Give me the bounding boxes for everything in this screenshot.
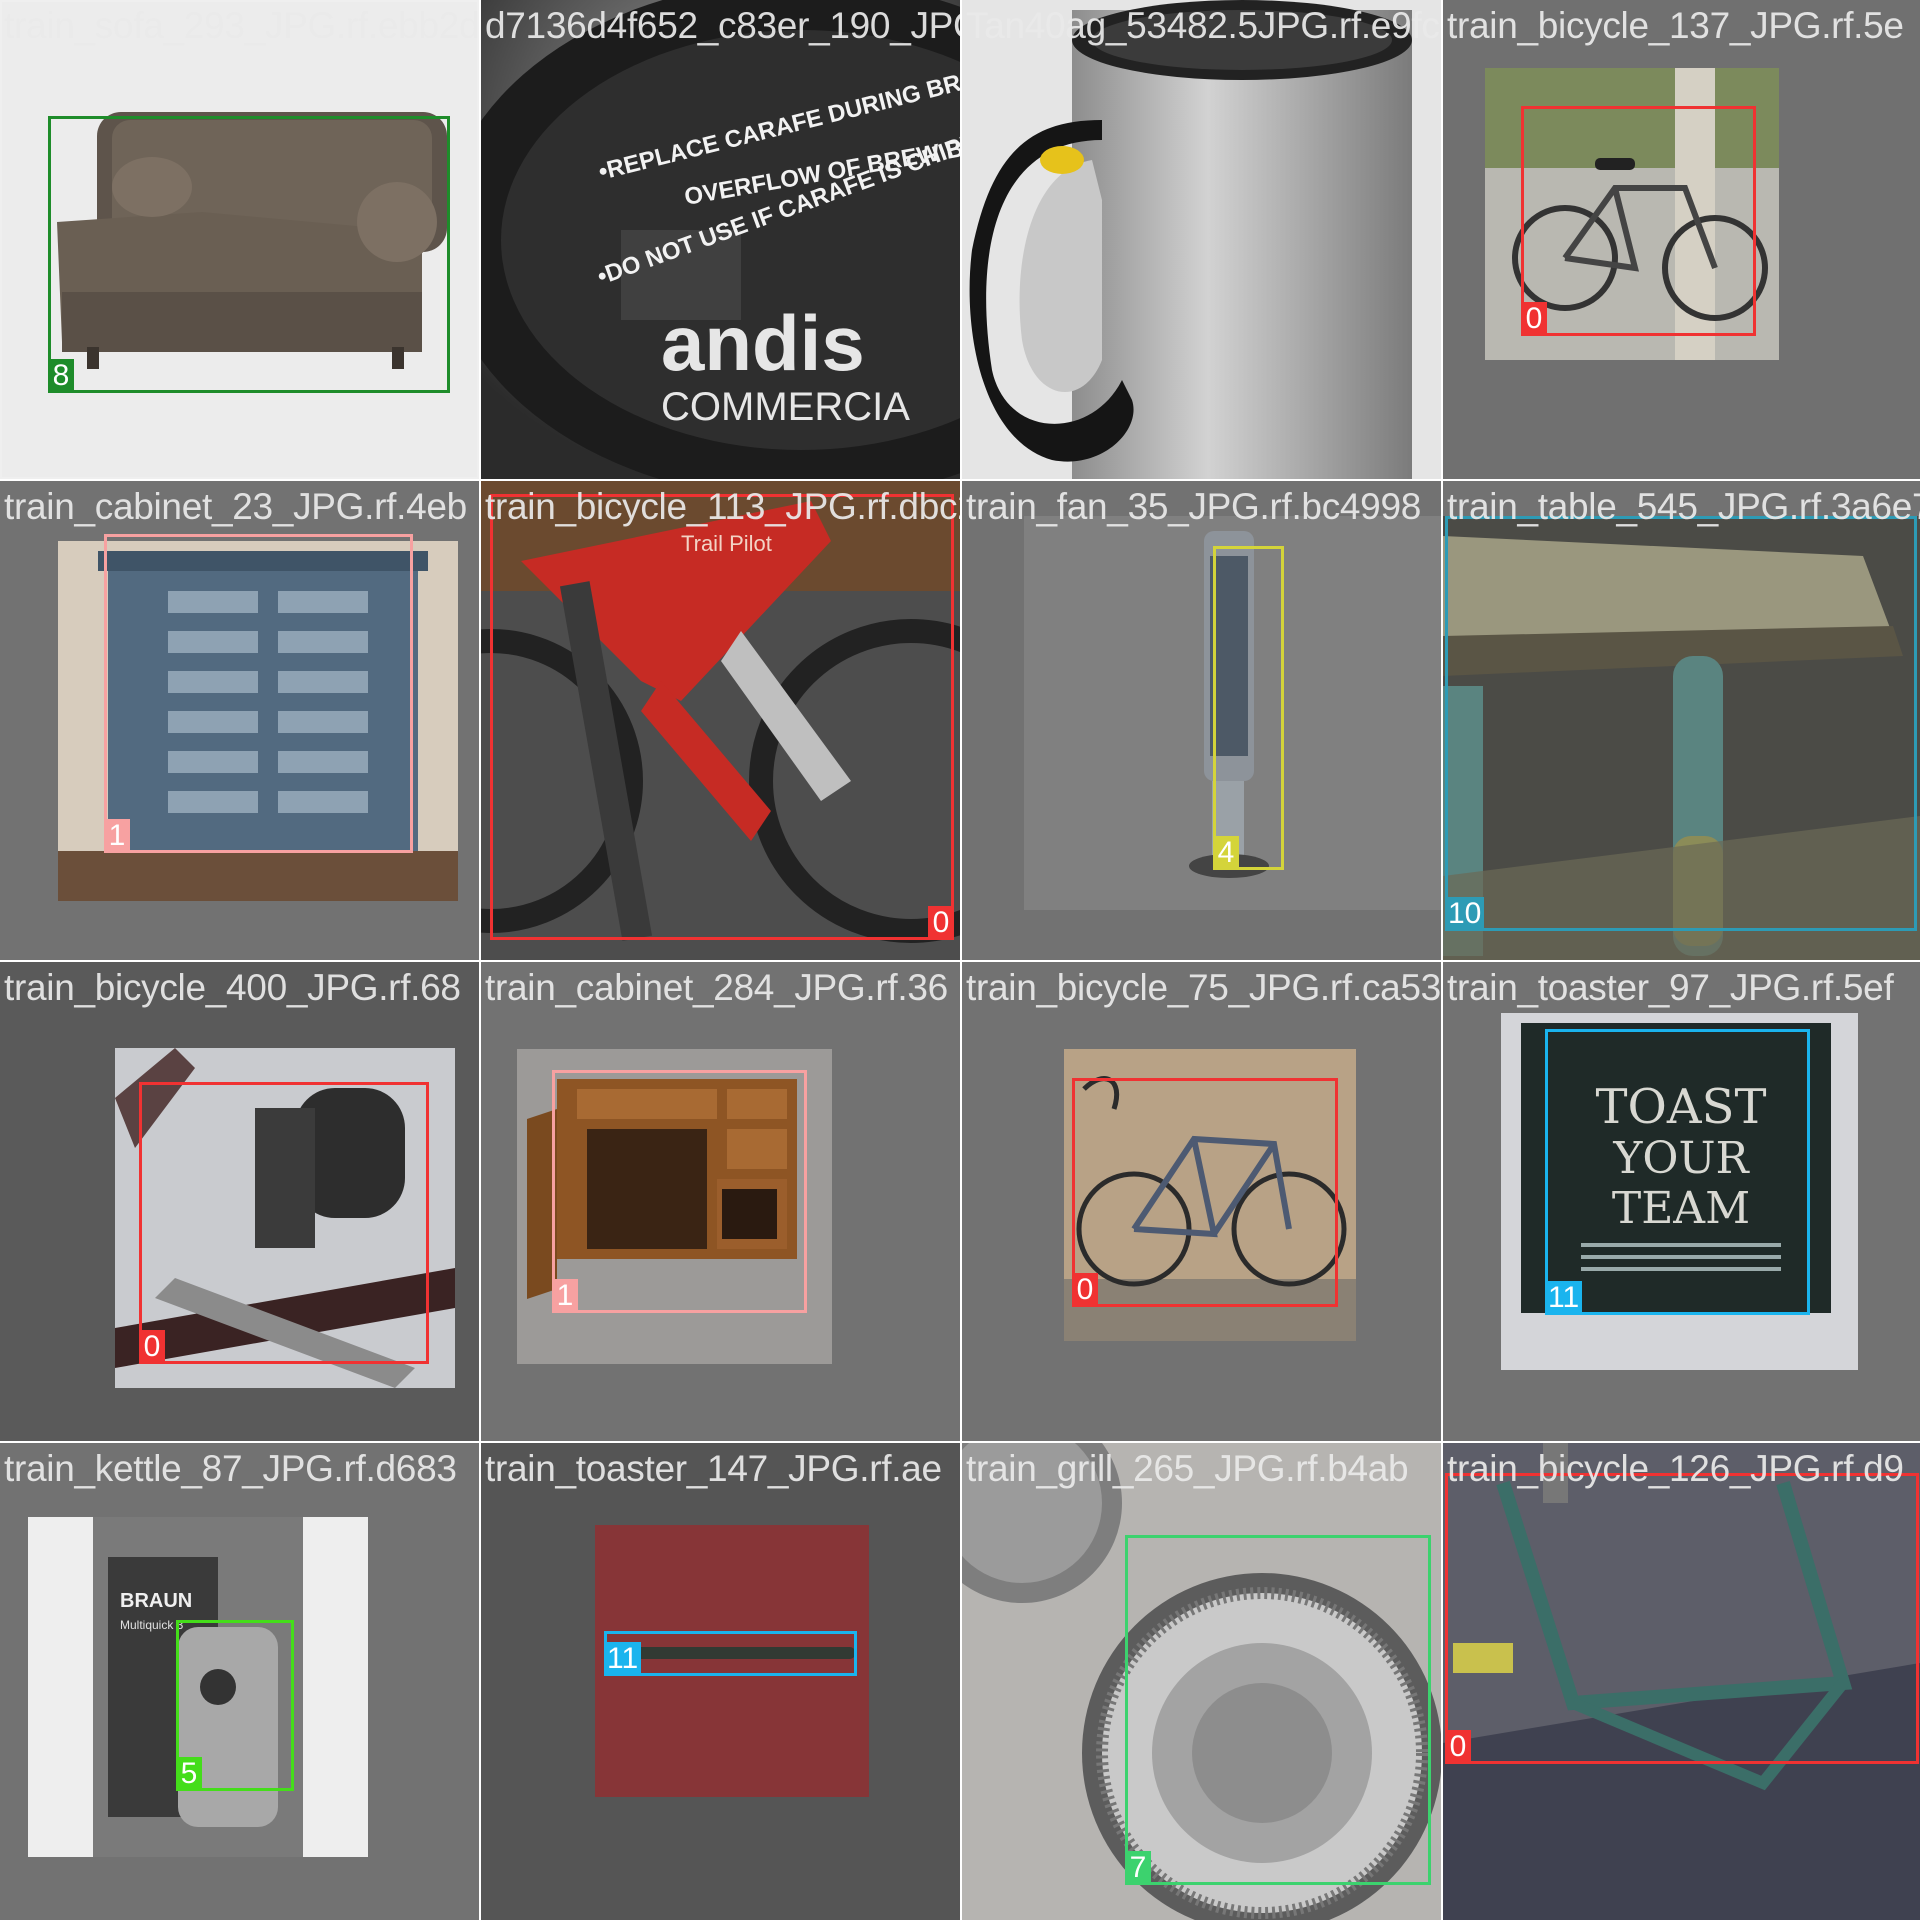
filename-label: train_sofa_293_JPG.rf.ebb2d7136d4f652c83… [4,5,479,46]
bbox-redbike: 0 [490,494,954,940]
tile-coffee[interactable]: •REPLACE CARAFE DURING BREW CYCL OVERFLO… [481,0,960,479]
tile-bikegear[interactable]: 0 train_bicycle_400_JPG.rf.68 [0,962,479,1441]
bbox-kettle: 5 [176,1620,294,1791]
filename-label: train_cabinet_23_JPG.rf.4eb [4,486,467,527]
filename-label: train_bicycle_137_JPG.rf.5e [1447,5,1904,46]
bbox-fan: 4 [1213,546,1284,870]
bbox-table: 10 [1445,516,1917,931]
filename-label: train_table_545_JPG.rf.3a6e7 [1447,486,1920,527]
filename-label: train_fan_35_JPG.rf.bc4998 [966,486,1422,527]
tile-fan[interactable]: 4 train_fan_35_JPG.rf.bc4998 [962,481,1441,960]
tile-roadbike[interactable]: 0 train_bicycle_75_JPG.rf.ca53 [962,962,1441,1441]
filename-label: train_kettle_87_JPG.rf.d683 [4,1448,457,1489]
tile-sofa[interactable]: 8 train_sofa_293_JPG.rf.ebb2d7136d4f652c… [0,0,479,479]
tile-rod[interactable]: 11 train_toaster_147_JPG.rf.ae [481,1443,960,1920]
bbox-greenbike: 0 [1445,1473,1919,1764]
tile-toastbox[interactable]: TOAST YOUR TEAM 11 train_toaster_97_JPG.… [1443,962,1920,1441]
svg-text:COMMERCIA: COMMERCIA [661,385,910,429]
class-label: 1 [552,1279,578,1313]
mug-illustration [962,0,1441,479]
bbox-cabinet: 1 [104,534,413,853]
tile-greenbike[interactable]: 0 train_bicycle_126_JPG.rf.d9 [1443,1443,1920,1920]
filename-label: train_bicycle_400_JPG.rf.68 [4,967,461,1008]
class-label: 11 [604,1642,642,1676]
bbox-roadbike: 0 [1072,1078,1338,1307]
filename-label: Tan40ag_53482.5JPG.rf.e9fc03bi6_37‫1616_… [966,5,1441,46]
svg-text:BRAUN: BRAUN [120,1590,192,1612]
bbox-bicycle: 0 [1521,106,1756,336]
filename-label: train_toaster_97_JPG.rf.5ef [1447,967,1894,1008]
bbox-grill: 7 [1125,1535,1431,1885]
class-label: 0 [1445,1730,1471,1764]
filename-label: train_bicycle_75_JPG.rf.ca53 [966,967,1441,1008]
filename-label: train_cabinet_284_JPG.rf.36 [485,967,948,1008]
filename-label: train_bicycle_113_JPG.rf.dbc2aa [485,486,960,527]
class-label: 0 [1521,302,1547,336]
tile-table[interactable]: 10 train_table_545_JPG.rf.3a6e7 [1443,481,1920,960]
filename-label: train_toaster_147_JPG.rf.ae [485,1448,942,1489]
tile-desk[interactable]: 1 train_cabinet_284_JPG.rf.36 [481,962,960,1441]
tile-bicycle[interactable]: 0 train_bicycle_137_JPG.rf.5e [1443,0,1920,479]
svg-text:Multiquick 3: Multiquick 3 [120,1618,184,1632]
bbox-toastbox: 11 [1545,1029,1810,1315]
bbox-rod: 11 [604,1631,857,1676]
class-label: 4 [1213,836,1239,870]
bbox-desk: 1 [552,1070,807,1313]
svg-text:andis: andis [661,299,865,387]
mosaic-grid: 8 train_sofa_293_JPG.rf.ebb2d7136d4f652c… [0,0,1920,1920]
class-label: 10 [1445,897,1485,931]
class-label: 5 [176,1757,202,1791]
class-label: 0 [928,906,954,940]
filename-label: train_grill_265_JPG.rf.b4ab [966,1448,1409,1489]
class-label: 0 [1072,1273,1098,1307]
coffee-photo: •REPLACE CARAFE DURING BREW CYCL OVERFLO… [481,0,960,479]
bbox-sofa: 8 [48,116,450,393]
appliance-closeup: •REPLACE CARAFE DURING BREW CYCL OVERFLO… [481,0,960,479]
filename-label: d7136d4f652_c83er_190_JPG [485,5,960,46]
tile-mug[interactable]: Tan40ag_53482.5JPG.rf.e9fc03bi6_37‫1616_… [962,0,1441,479]
tile-kettle[interactable]: BRAUN Multiquick 3 5 train_kettle_87_JPG… [0,1443,479,1920]
tile-grill[interactable]: 7 train_grill_265_JPG.rf.b4ab [962,1443,1441,1920]
class-label: 0 [139,1330,165,1364]
tile-cabinet[interactable]: 1 train_cabinet_23_JPG.rf.4eb [0,481,479,960]
class-label: 11 [1545,1281,1583,1315]
class-label: 7 [1125,1851,1151,1885]
filename-label: train_bicycle_126_JPG.rf.d9 [1447,1448,1904,1489]
mug-photo [962,0,1441,479]
bbox-bikegear: 0 [139,1082,429,1364]
class-label: 8 [48,359,74,393]
tile-redbike[interactable]: Trail Pilot 0 train_bicycle_113_JPG.rf.d… [481,481,960,960]
class-label: 1 [104,819,130,853]
